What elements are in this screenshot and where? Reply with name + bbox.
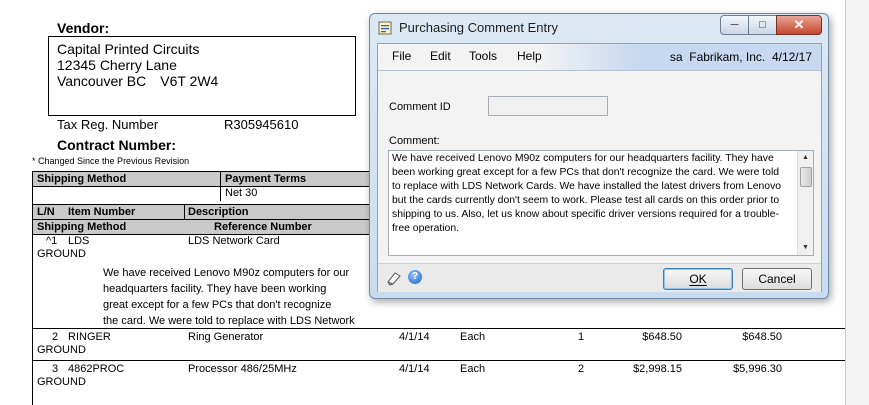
line-2-date: 4/1/14 bbox=[399, 331, 430, 343]
line-2-price: $648.50 bbox=[642, 331, 682, 343]
line-3-qty: 2 bbox=[578, 363, 585, 375]
comment-line: We have received Lenovo M90z computers f… bbox=[392, 153, 774, 164]
line-1-comment: We have received Lenovo M90z computers f… bbox=[103, 265, 355, 329]
divider bbox=[184, 204, 185, 219]
help-icon[interactable]: ? bbox=[408, 270, 422, 284]
report-scroll-rail[interactable] bbox=[845, 0, 869, 405]
line-1-comment-line: great except for a few PCs that don't re… bbox=[103, 299, 332, 311]
line-1-item: LDS bbox=[68, 235, 90, 247]
header-description: Description bbox=[188, 206, 249, 218]
window-icon bbox=[378, 21, 392, 35]
maximize-icon: □ bbox=[759, 19, 766, 31]
header-reference-number: Reference Number bbox=[214, 221, 312, 233]
menu-file[interactable]: File bbox=[392, 49, 411, 63]
line-3-price: $2,998.15 bbox=[633, 363, 682, 375]
comment-scrollbar[interactable]: ▲ ▼ bbox=[797, 151, 813, 255]
vendor-postal: V6T 2W4 bbox=[160, 73, 219, 89]
row-divider bbox=[32, 360, 845, 361]
line-1-comment-line: headquarters facility. They have been wo… bbox=[103, 283, 327, 295]
line-3-extended: $5,996.30 bbox=[733, 363, 782, 375]
note-icon[interactable] bbox=[386, 270, 402, 286]
tax-reg-value: R305945610 bbox=[224, 117, 299, 132]
line-2-item: RINGER bbox=[68, 331, 111, 343]
maximize-button[interactable]: □ bbox=[748, 15, 776, 35]
comment-label: Comment: bbox=[389, 135, 440, 147]
contract-label: Contract Number: bbox=[57, 137, 177, 153]
line-2-description: Ring Generator bbox=[188, 331, 264, 343]
menu-tools[interactable]: Tools bbox=[469, 49, 497, 63]
line-3-ln: 3 bbox=[52, 363, 59, 375]
divider bbox=[220, 171, 221, 201]
line-3-ship: GROUND bbox=[37, 376, 86, 388]
changed-note: * Changed Since the Previous Revision bbox=[32, 156, 190, 166]
minimize-icon: ─ bbox=[730, 19, 739, 31]
menu-bar: File Edit Tools Help sa Fabrikam, Inc. 4… bbox=[378, 44, 821, 71]
row-divider bbox=[32, 328, 845, 329]
vendor-name: Capital Printed Circuits bbox=[57, 41, 200, 57]
line-3-description: Processor 486/25MHz bbox=[188, 363, 297, 375]
header-shipping-method-2: Shipping Method bbox=[37, 221, 127, 233]
company-name: Fabrikam, Inc. bbox=[689, 50, 766, 64]
user-company-date: sa Fabrikam, Inc. 4/12/17 bbox=[670, 50, 812, 64]
comment-line: but the cards currently don't seem to wo… bbox=[392, 195, 780, 206]
scroll-up-icon[interactable]: ▲ bbox=[798, 151, 813, 165]
minimize-button[interactable]: ─ bbox=[720, 15, 748, 35]
scroll-down-icon[interactable]: ▼ bbox=[798, 241, 813, 255]
line-2-extended: $648.50 bbox=[742, 331, 782, 343]
line-1-comment-line: We have received Lenovo M90z computers f… bbox=[103, 267, 350, 279]
line-1-description: LDS Network Card bbox=[188, 235, 280, 247]
window-title: Purchasing Comment Entry bbox=[399, 20, 558, 35]
scroll-thumb[interactable] bbox=[800, 167, 812, 187]
header-item-number: Item Number bbox=[68, 206, 136, 218]
line-1-ln: ^1 bbox=[46, 235, 58, 247]
comment-id-input[interactable] bbox=[488, 96, 608, 116]
title-bar[interactable]: Purchasing Comment Entry ─ □ ✕ bbox=[370, 14, 828, 42]
header-shipping-method: Shipping Method bbox=[37, 173, 127, 185]
window-client-area: File Edit Tools Help sa Fabrikam, Inc. 4… bbox=[377, 43, 822, 292]
comment-line: to replace with LDS Network Cards. We ha… bbox=[392, 181, 782, 192]
ok-button-label: OK bbox=[689, 272, 707, 286]
comment-text: We have received Lenovo M90z computers f… bbox=[392, 152, 797, 236]
dialog-footer: ? OK Cancel bbox=[378, 263, 821, 292]
cancel-button[interactable]: Cancel bbox=[742, 268, 812, 290]
header-payment-terms: Payment Terms bbox=[225, 173, 307, 185]
window-controls: ─ □ ✕ bbox=[720, 15, 822, 35]
close-icon: ✕ bbox=[793, 17, 805, 32]
tax-reg-label: Tax Reg. Number bbox=[57, 117, 159, 132]
line-3-uom: Each bbox=[460, 363, 486, 375]
user-id: sa bbox=[669, 50, 683, 64]
vendor-address-box: Capital Printed Circuits 12345 Cherry La… bbox=[48, 36, 356, 116]
line-1-ship: GROUND bbox=[37, 248, 86, 260]
line-2-uom: Each bbox=[460, 331, 486, 343]
vendor-city-line: Vancouver BC V6T 2W4 bbox=[49, 73, 355, 89]
line-2-ln: 2 bbox=[52, 331, 59, 343]
payment-terms-value: Net 30 bbox=[225, 187, 258, 199]
purchasing-comment-entry-window: Purchasing Comment Entry ─ □ ✕ File Edit… bbox=[369, 13, 829, 299]
line-2-ship: GROUND bbox=[37, 344, 86, 356]
header-ln: L/N bbox=[37, 206, 55, 218]
comment-line: free operation. bbox=[392, 223, 460, 234]
vendor-street: 12345 Cherry Lane bbox=[57, 57, 177, 73]
vendor-city: Vancouver BC bbox=[57, 73, 147, 89]
line-3-date: 4/1/14 bbox=[399, 363, 430, 375]
vendor-label: Vendor: bbox=[57, 20, 110, 36]
line-2-qty: 1 bbox=[578, 331, 585, 343]
line-3-item: 4862PROC bbox=[68, 363, 125, 375]
comment-line: been working great except for a few PCs … bbox=[392, 167, 780, 178]
ok-button[interactable]: OK bbox=[663, 268, 733, 290]
cancel-button-label: Cancel bbox=[758, 272, 796, 286]
comment-textarea[interactable]: We have received Lenovo M90z computers f… bbox=[388, 150, 814, 256]
line-1-comment-line: the card. We were told to replace with L… bbox=[103, 315, 355, 327]
menu-edit[interactable]: Edit bbox=[430, 49, 451, 63]
menu-help[interactable]: Help bbox=[517, 49, 542, 63]
close-button[interactable]: ✕ bbox=[776, 15, 822, 35]
comment-line: shipping to us. Also, let us know about … bbox=[392, 209, 779, 220]
user-date: 4/12/17 bbox=[771, 50, 812, 64]
comment-id-label: Comment ID bbox=[389, 101, 451, 113]
